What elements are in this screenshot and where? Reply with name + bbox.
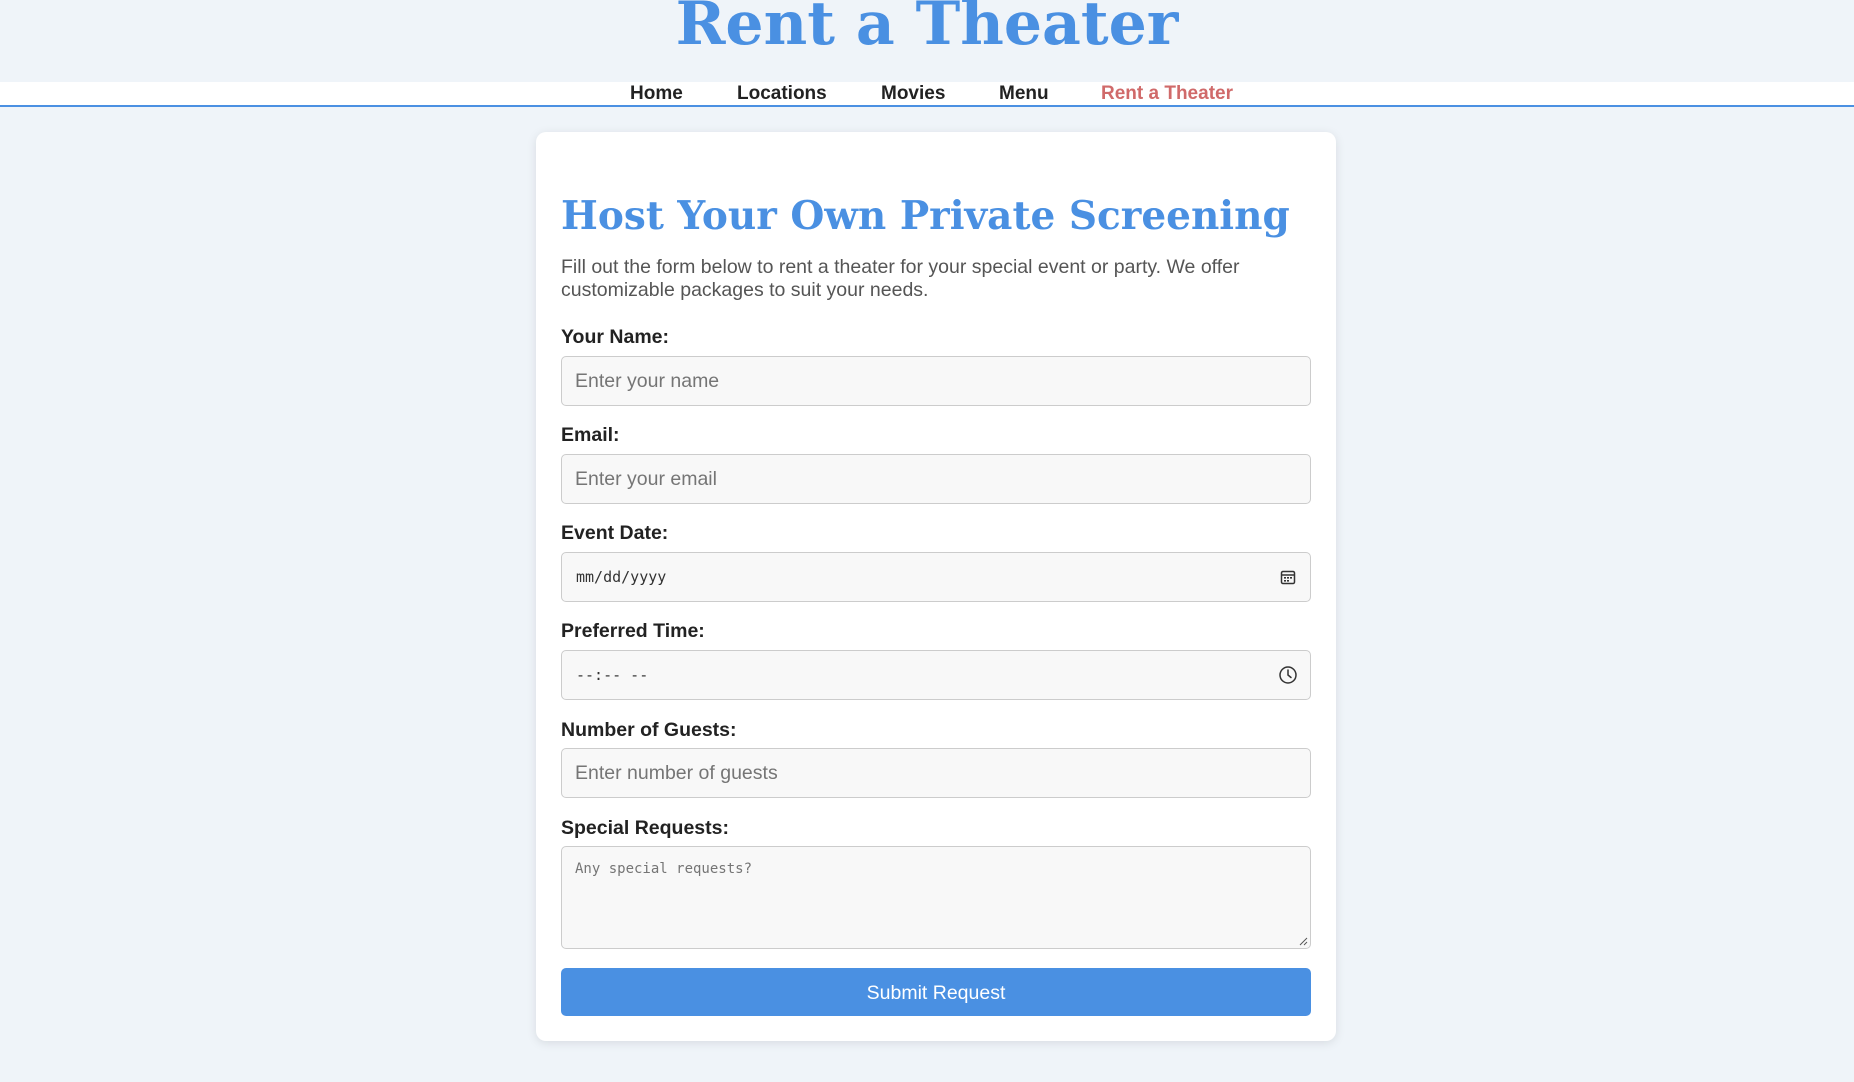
nav-list: Home Locations Movies Menu Rent a Theate… <box>0 82 1854 105</box>
email-input[interactable] <box>561 454 1311 504</box>
preferred-time-label: Preferred Time: <box>561 620 705 642</box>
special-requests-placeholder: Any special requests? <box>575 861 753 877</box>
nav-link-locations[interactable]: Locations <box>737 82 827 105</box>
guests-input[interactable] <box>561 748 1311 798</box>
calendar-icon[interactable] <box>1278 567 1298 587</box>
form-heading: Host Your Own Private Screening <box>561 193 1290 239</box>
nav-link-movies[interactable]: Movies <box>881 82 945 105</box>
rental-form-card: Host Your Own Private Screening Fill out… <box>536 132 1336 1041</box>
nav-link-home[interactable]: Home <box>630 82 683 105</box>
event-date-input[interactable]: mm/dd/yyyy <box>561 552 1311 602</box>
submit-request-button[interactable]: Submit Request <box>561 968 1311 1016</box>
clock-icon[interactable] <box>1278 665 1298 685</box>
email-label: Email: <box>561 424 620 446</box>
resize-handle-icon[interactable] <box>1298 936 1308 946</box>
preferred-time-input[interactable]: --:-- -- <box>561 650 1311 700</box>
guests-label: Number of Guests: <box>561 719 737 741</box>
nav-link-menu[interactable]: Menu <box>999 82 1049 105</box>
event-date-format-text: mm/dd/yyyy <box>576 568 667 586</box>
form-intro-text: Fill out the form below to rent a theate… <box>561 256 1240 301</box>
event-date-label: Event Date: <box>561 522 669 544</box>
name-label: Your Name: <box>561 326 669 348</box>
special-requests-label: Special Requests: <box>561 817 729 839</box>
site-title: Rent a Theater <box>675 0 1179 59</box>
preferred-time-format-text: --:-- -- <box>576 666 649 684</box>
name-input[interactable] <box>561 356 1311 406</box>
nav-link-rent-a-theater[interactable]: Rent a Theater <box>1101 82 1233 105</box>
special-requests-textarea[interactable]: Any special requests? <box>561 846 1311 949</box>
main-navigation: Home Locations Movies Menu Rent a Theate… <box>0 82 1854 107</box>
